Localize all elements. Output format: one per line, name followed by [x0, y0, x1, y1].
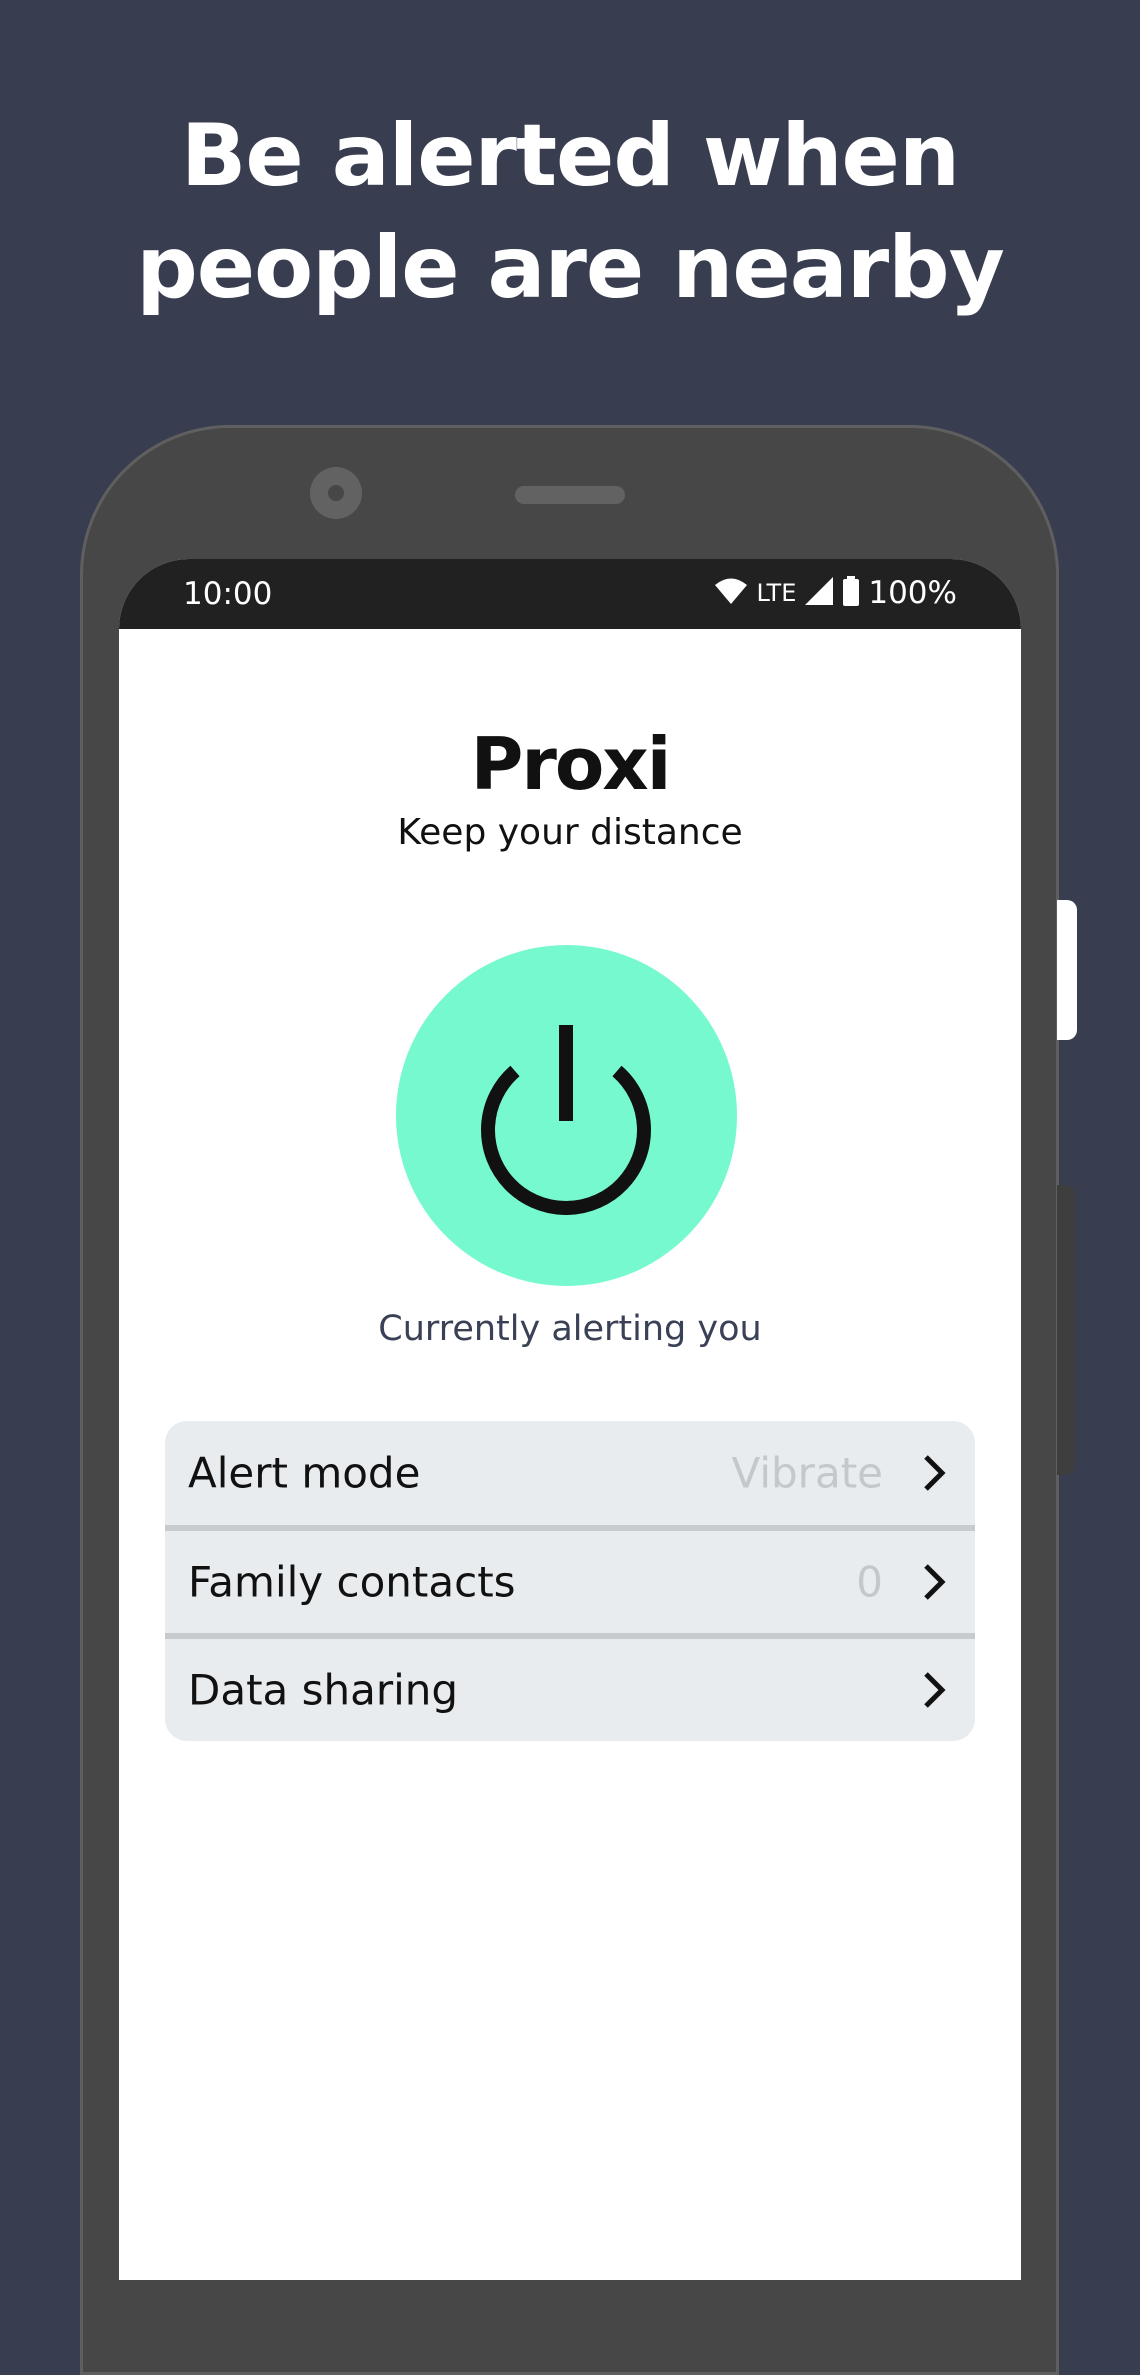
phone-screen: 10:00 LTE 100% Proxi Keep your distance …	[119, 559, 1021, 2280]
battery-icon	[842, 575, 860, 611]
settings-row-label: Alert mode	[188, 1448, 421, 1498]
phone-power-button	[1057, 900, 1077, 1040]
settings-row-value: Vibrate	[731, 1448, 883, 1498]
settings-row-value: 0	[856, 1557, 883, 1607]
status-bar: 10:00 LTE 100%	[119, 559, 1021, 629]
settings-row-label: Family contacts	[188, 1557, 516, 1607]
settings-row-family-contacts[interactable]: Family contacts 0	[165, 1525, 975, 1633]
status-time: 10:00	[183, 576, 273, 612]
signal-icon	[804, 576, 834, 611]
settings-list: Alert mode Vibrate Family contacts 0 Dat…	[165, 1421, 975, 1741]
phone-volume-button	[1057, 1185, 1075, 1475]
phone-speaker	[515, 486, 625, 504]
app-title: Proxi	[470, 722, 672, 806]
phone-camera	[310, 467, 362, 519]
headline-line-2: people are nearby	[136, 218, 1005, 318]
battery-percentage: 100%	[868, 575, 957, 611]
chevron-right-icon	[924, 1672, 946, 1708]
chevron-right-icon	[924, 1455, 946, 1491]
alert-status-text: Currently alerting you	[378, 1309, 762, 1349]
headline-line-1: Be alerted when	[180, 106, 960, 206]
status-icons: LTE 100%	[714, 573, 957, 613]
wifi-icon	[714, 577, 748, 610]
settings-row-data-sharing[interactable]: Data sharing	[165, 1633, 975, 1741]
network-type: LTE	[756, 579, 797, 607]
settings-row-alert-mode[interactable]: Alert mode Vibrate	[165, 1421, 975, 1525]
chevron-right-icon	[924, 1564, 946, 1600]
app-subtitle: Keep your distance	[397, 812, 743, 853]
power-toggle-button[interactable]	[396, 945, 737, 1286]
settings-row-label: Data sharing	[188, 1665, 459, 1715]
promo-headline: Be alerted when people are nearby	[0, 100, 1140, 324]
